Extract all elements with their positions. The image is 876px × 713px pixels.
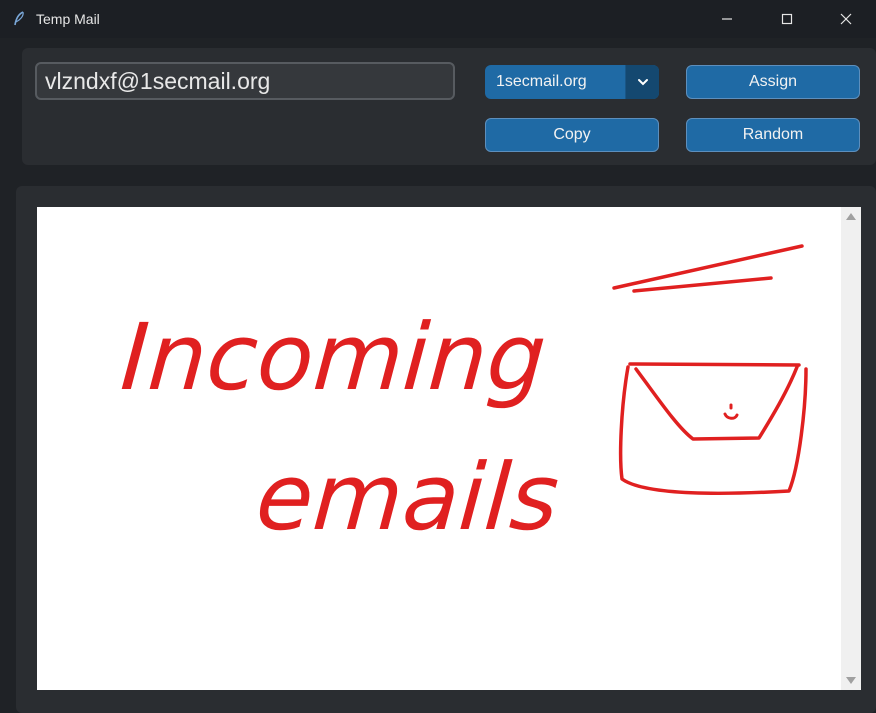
copy-button[interactable]: Copy <box>485 118 659 152</box>
incoming-emails-drawing: Incoming emails <box>118 244 808 551</box>
minimize-icon <box>722 18 732 20</box>
window-title: Temp Mail <box>36 11 100 27</box>
maximize-icon <box>781 13 793 25</box>
drawing-text-emails: emails <box>253 444 562 551</box>
close-button[interactable] <box>823 0 869 38</box>
assign-button[interactable]: Assign <box>686 65 860 99</box>
feather-icon <box>14 11 24 26</box>
envelope-seal <box>723 412 739 420</box>
maximize-button[interactable] <box>764 0 810 38</box>
minimize-button[interactable] <box>704 0 750 38</box>
domain-dropdown-button[interactable] <box>625 65 659 99</box>
envelope-top <box>628 362 801 367</box>
domain-select-value: 1secmail.org <box>496 73 587 90</box>
chevron-down-icon <box>637 79 648 86</box>
domain-select[interactable]: 1secmail.org <box>485 65 659 99</box>
scroll-down-icon[interactable] <box>845 676 857 686</box>
drawing-text-incoming: Incoming <box>118 304 550 411</box>
title-bar: Temp Mail <box>0 0 876 38</box>
envelope-flap <box>634 365 799 441</box>
random-button[interactable]: Random <box>686 118 860 152</box>
inbox-area[interactable]: Incoming emails <box>37 207 841 690</box>
speed-line-1 <box>612 244 804 290</box>
inbox-scrollbar[interactable] <box>841 207 861 690</box>
scroll-up-icon[interactable] <box>845 211 857 221</box>
close-icon <box>840 13 852 25</box>
email-field[interactable] <box>35 62 455 100</box>
